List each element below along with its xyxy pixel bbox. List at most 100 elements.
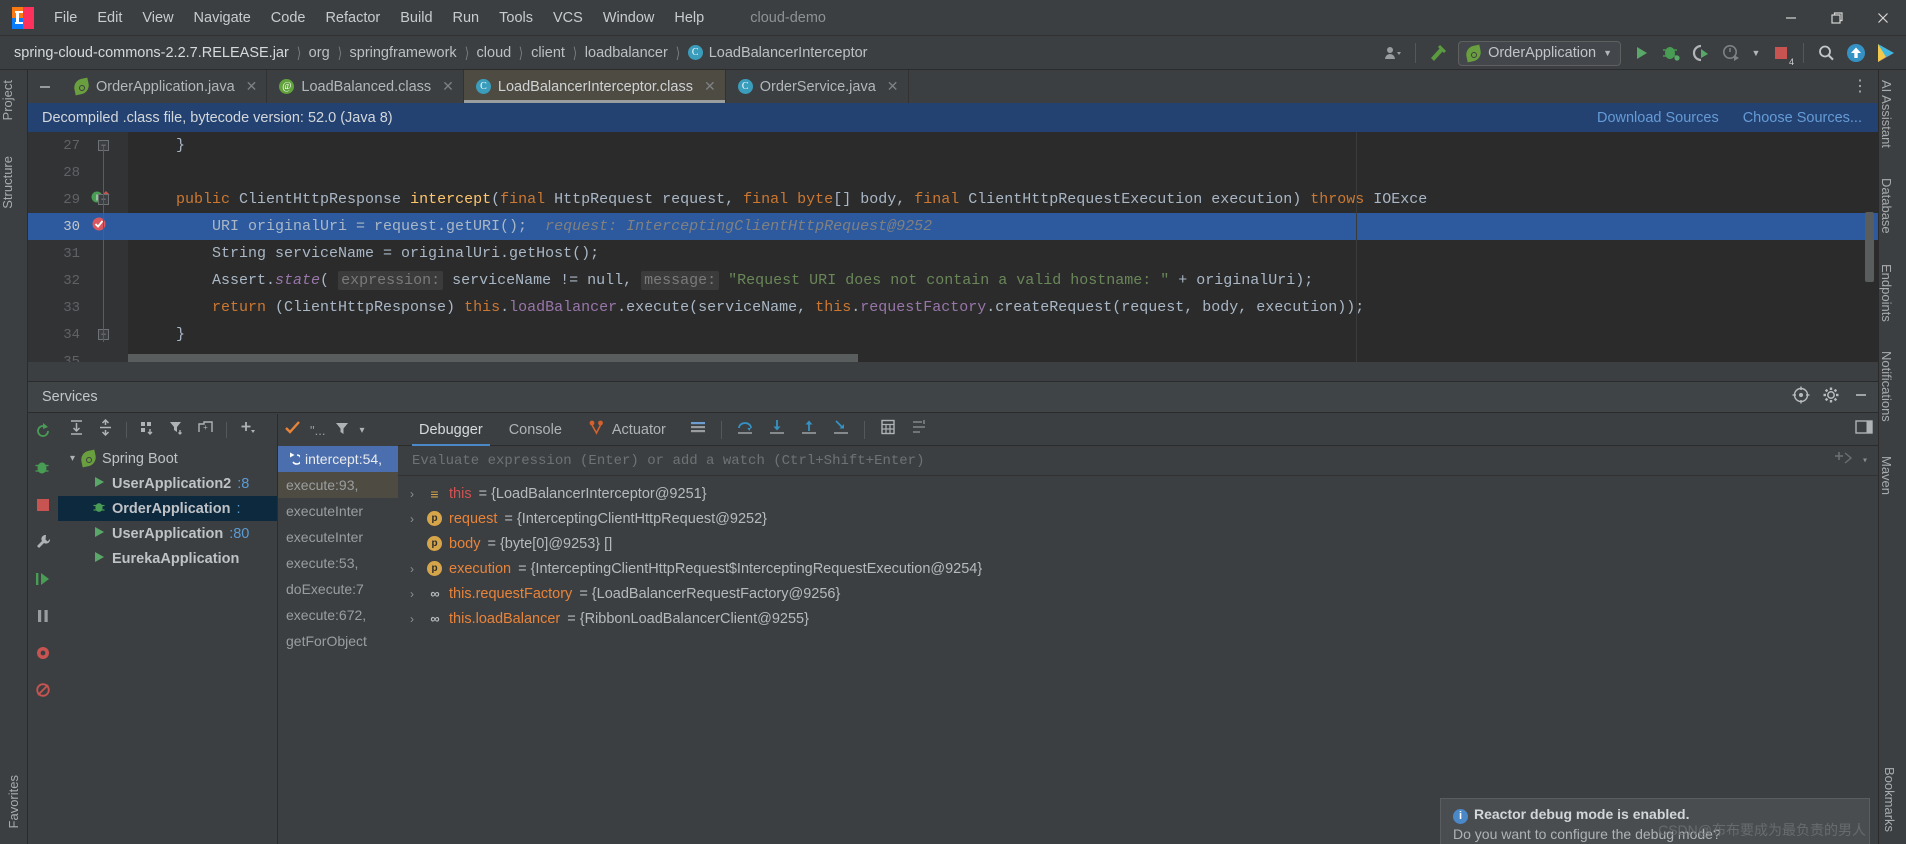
variable-row-this[interactable]: › ≡ this = {LoadBalancerInterceptor@9251… [398,481,1878,506]
expand-chevron-icon[interactable]: › [410,612,420,626]
stop-icon[interactable]: 4 [1767,39,1795,67]
wrench-icon[interactable] [34,533,52,556]
sidebar-item-bookmarks[interactable]: Bookmarks [1882,757,1897,842]
step-out-icon[interactable] [800,418,818,441]
expand-chevron-icon[interactable]: › [410,562,420,576]
download-sources-link[interactable]: Download Sources [1597,110,1719,126]
frame-item-doexecute[interactable]: doExecute:7 [278,576,398,602]
frame-item-intercept[interactable]: intercept:54, [278,446,398,472]
editor-horizontal-scrollbar[interactable] [128,354,858,362]
sidebar-item-project[interactable]: Project [0,70,15,130]
pause-icon[interactable] [34,607,52,630]
debug-icon[interactable] [34,459,52,482]
debug-icon[interactable] [1657,39,1685,67]
breakpoint-icon[interactable] [91,215,109,238]
app-icon[interactable] [1872,39,1900,67]
gear-icon[interactable] [1822,386,1840,408]
sidebar-item-structure[interactable]: Structure [0,146,15,219]
tab-orderservice-java[interactable]: C OrderService.java ✕ [726,70,909,103]
chevron-down-icon[interactable]: ▾ [70,453,75,464]
check-icon[interactable] [284,419,301,441]
menu-view[interactable]: View [132,6,183,30]
variables-list[interactable]: › ≡ this = {LoadBalancerInterceptor@9251… [398,476,1878,844]
menu-refactor[interactable]: Refactor [315,6,390,30]
tree-node-userapplication2[interactable]: UserApplication2 :8 [58,471,277,496]
run-configuration-selector[interactable]: OrderApplication ▼ [1458,40,1621,66]
settings-target-icon[interactable] [1792,386,1810,408]
rerun-icon[interactable] [34,422,52,445]
frame-item-getforobject[interactable]: getForObject [278,628,398,654]
tree-node-spring-boot[interactable]: ▾ Spring Boot [58,446,277,471]
run-icon[interactable] [1627,39,1655,67]
add-tab-icon[interactable]: + [197,419,214,441]
breadcrumb-jar[interactable]: spring-cloud-commons-2.2.7.RELEASE.jar [14,45,289,61]
menu-code[interactable]: Code [261,6,316,30]
group-icon[interactable] [139,419,156,441]
frame-item-execute-672[interactable]: execute:672, [278,602,398,628]
hammer-icon[interactable] [1424,39,1452,67]
collapse-all-icon[interactable] [97,418,114,441]
chevron-down-icon[interactable]: ▼ [1747,39,1765,67]
tab-debugger[interactable]: Debugger [406,414,496,446]
expand-chevron-icon[interactable]: › [410,587,420,601]
editor-gutter[interactable]: 27− 28 29 I − 30 31 32 33 [28,132,128,362]
tab-options[interactable]: ⋮ [1846,70,1874,103]
close-icon[interactable]: ✕ [887,78,899,95]
stop-icon[interactable] [34,496,52,519]
menu-navigate[interactable]: Navigate [184,6,261,30]
quote-icon[interactable]: "... [310,423,325,438]
variable-row-loadbalancer[interactable]: › ∞ this.loadBalancer = {RibbonLoadBalan… [398,606,1878,631]
restore-layout-icon[interactable] [1854,417,1874,442]
chevron-down-icon[interactable]: ▾ [359,425,364,436]
close-icon[interactable]: ✕ [442,78,454,95]
sidebar-item-database[interactable]: Database [1879,168,1894,244]
user-avatar-icon[interactable] [1379,39,1407,67]
chevron-down-icon[interactable]: ▾ [1862,455,1868,467]
tab-loadbalancerinterceptor-class[interactable]: C LoadBalancerInterceptor.class ✕ [463,70,726,103]
breadcrumb-class[interactable]: LoadBalancerInterceptor [709,45,868,61]
camera-icon[interactable] [34,644,52,667]
filter-icon[interactable] [334,420,350,441]
menu-help[interactable]: Help [664,6,714,30]
force-step-into-icon[interactable] [832,418,850,441]
tab-loadbalanced-class[interactable]: @ LoadBalanced.class ✕ [267,70,464,103]
sidebar-item-maven[interactable]: Maven [1879,446,1894,505]
choose-sources-link[interactable]: Choose Sources... [1743,110,1862,126]
step-into-icon[interactable] [768,418,786,441]
more-options-icon[interactable]: ⋮ [1846,73,1874,101]
sidebar-item-notifications[interactable]: Notifications [1879,341,1894,432]
frame-item-execute-53[interactable]: execute:53, [278,550,398,576]
expand-all-icon[interactable] [68,419,85,441]
tab-actuator[interactable]: Actuator [575,414,679,446]
hide-tabs-button[interactable] [28,70,62,103]
restore-button[interactable] [1814,0,1860,36]
code-editor[interactable]: 27− 28 29 I − 30 31 32 33 [28,132,1878,362]
breadcrumb-springframework[interactable]: springframework [350,45,457,61]
editor-text[interactable]: } public ClientHttpResponse intercept(fi… [128,132,1878,362]
breadcrumb-org[interactable]: org [309,45,330,61]
close-icon[interactable]: ✕ [246,78,258,95]
variable-row-execution[interactable]: › p execution = {InterceptingClientHttpR… [398,556,1878,581]
frame-item-executeinter-2[interactable]: executeInter [278,524,398,550]
tree-node-userapplication[interactable]: UserApplication :80 [58,521,277,546]
minimize-button[interactable] [1768,0,1814,36]
evaluate-expression-input[interactable]: Evaluate expression (Enter) or add a wat… [398,446,1878,476]
add-icon[interactable] [239,419,256,441]
tree-node-eurekaapplication[interactable]: EurekaApplication [58,546,277,571]
evaluate-icon[interactable] [879,418,897,441]
minimize-icon[interactable] [1852,386,1870,408]
step-over-icon[interactable] [736,418,754,441]
frame-item-execute-93[interactable]: execute:93, [278,472,398,498]
filter-icon[interactable] [168,419,185,441]
menu-build[interactable]: Build [390,6,442,30]
frame-item-executeinter-1[interactable]: executeInter [278,498,398,524]
layout-icon[interactable] [689,418,707,441]
breadcrumb-client[interactable]: client [531,45,565,61]
resume-icon[interactable] [34,570,52,593]
tree-node-orderapplication[interactable]: OrderApplication : [58,496,277,521]
close-icon[interactable]: ✕ [704,78,716,95]
breadcrumb-cloud[interactable]: cloud [477,45,512,61]
run-coverage-icon[interactable] [1687,39,1715,67]
expand-chevron-icon[interactable]: › [410,487,420,501]
settings-list-icon[interactable] [911,418,929,441]
